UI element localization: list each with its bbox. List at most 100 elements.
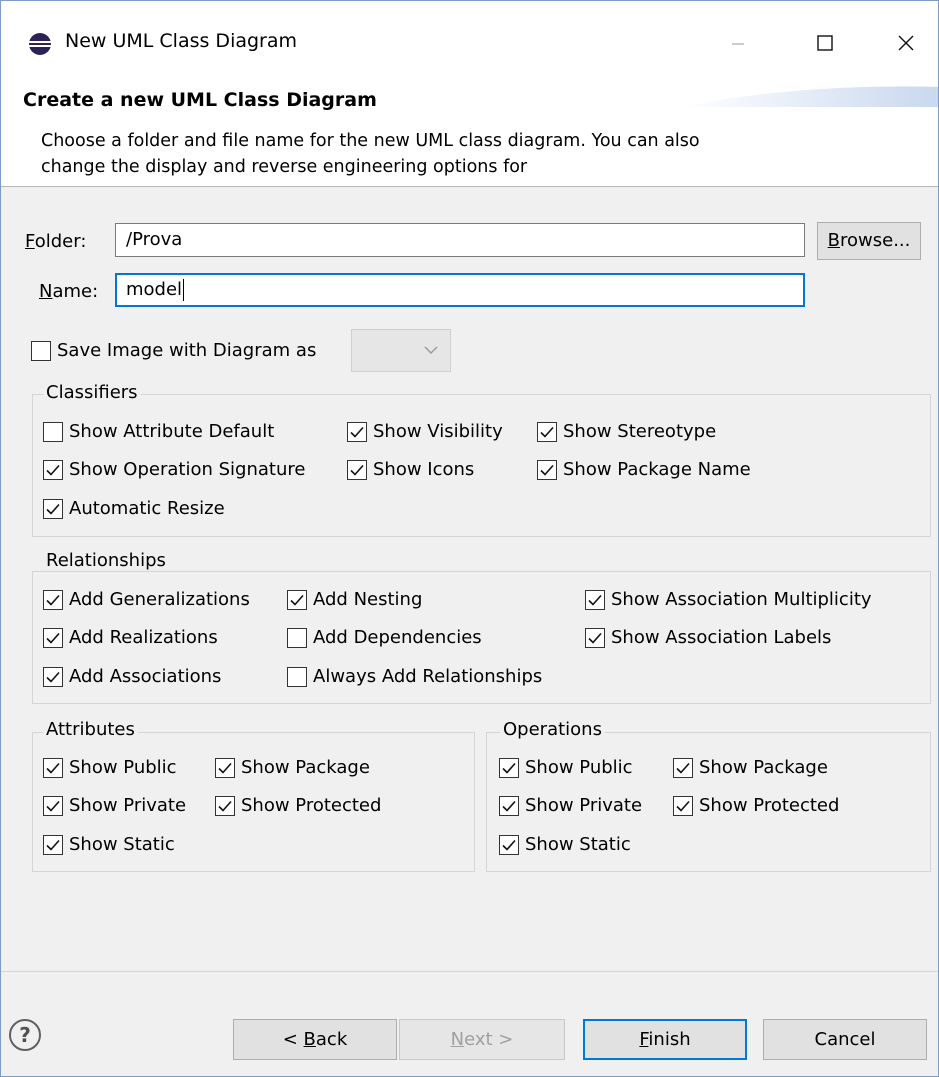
checkbox-label: Add Nesting [313,589,423,610]
attributes-option-checkbox[interactable]: Show Package [215,757,370,778]
checkbox-box [347,421,367,442]
classifiers-option-checkbox[interactable]: Show Package Name [537,459,751,480]
attributes-group-title: Attributes [43,719,138,740]
minimize-icon [732,43,744,45]
checkbox-label: Always Add Relationships [313,666,543,687]
checkbox-label: Add Realizations [69,627,218,648]
classifiers-option-checkbox[interactable]: Show Stereotype [537,421,716,442]
back-button[interactable]: < Back [233,1019,397,1060]
banner-decoration [681,86,938,107]
checkbox-label: Show Protected [699,795,840,816]
checkbox-box [537,459,557,480]
checkmark-icon [502,762,516,774]
checkbox-box [287,666,307,687]
checkmark-icon [676,800,690,812]
checkbox-box [673,757,693,778]
image-format-select[interactable] [351,329,451,372]
checkbox-label: Show Attribute Default [69,421,275,442]
cancel-button[interactable]: Cancel [763,1019,927,1060]
relationships-option-checkbox[interactable]: Add Nesting [287,589,422,610]
checkbox-label: Show Visibility [373,421,503,442]
relationships-option-checkbox[interactable]: Add Generalizations [43,589,250,610]
close-icon [898,35,914,51]
checkmark-icon [46,671,60,683]
checkbox-box [43,459,63,480]
close-button[interactable] [883,23,929,63]
checkmark-icon [502,800,516,812]
eclipse-app-icon [29,33,51,55]
checkbox-box [585,627,605,648]
folder-field[interactable]: /Prova [115,223,805,257]
relationships-option-checkbox[interactable]: Show Association Multiplicity [585,589,872,610]
checkbox-label: Add Associations [69,666,222,687]
checkbox-box [31,340,51,361]
name-field-value: model [126,279,183,300]
attributes-option-checkbox[interactable]: Show Public [43,757,177,778]
operations-option-checkbox[interactable]: Show Private [499,795,642,816]
relationships-option-checkbox[interactable]: Add Dependencies [287,627,482,648]
checkbox-label: Show Private [69,795,187,816]
checkbox-label: Show Public [525,757,633,778]
checkmark-icon [540,464,554,476]
checkbox-box [287,589,307,610]
checkbox-label: Show Protected [241,795,382,816]
checkbox-box [537,421,557,442]
checkbox-label: Automatic Resize [69,498,225,519]
help-icon[interactable]: ? [9,1019,41,1051]
title-bar[interactable]: New UML Class Diagram [1,1,938,81]
checkmark-icon [46,800,60,812]
checkbox-label: Show Association Labels [611,627,832,648]
name-label: Name: [39,281,99,302]
checkbox-label: Show Stereotype [563,421,717,442]
classifiers-option-checkbox[interactable]: Show Icons [347,459,474,480]
classifiers-option-checkbox[interactable]: Show Visibility [347,421,503,442]
checkbox-box [585,589,605,610]
checkbox-box [43,757,63,778]
name-field[interactable]: model [115,273,805,307]
checkmark-icon [218,762,232,774]
attributes-option-checkbox[interactable]: Show Static [43,834,175,855]
save-image-checkbox[interactable]: Save Image with Diagram as [31,340,316,361]
checkbox-label: Add Generalizations [69,589,250,610]
checkmark-icon [540,426,554,438]
checkmark-icon [46,632,60,644]
attributes-option-checkbox[interactable]: Show Private [43,795,186,816]
checkmark-icon [588,594,602,606]
checkmark-icon [46,839,60,851]
operations-option-checkbox[interactable]: Show Protected [673,795,839,816]
operations-option-checkbox[interactable]: Show Static [499,834,631,855]
checkbox-box [499,795,519,816]
relationships-option-checkbox[interactable]: Show Association Labels [585,627,831,648]
maximize-button[interactable] [802,23,848,63]
attributes-option-checkbox[interactable]: Show Protected [215,795,381,816]
checkbox-box [673,795,693,816]
next-button[interactable]: Next > [399,1019,565,1060]
checkmark-icon [676,762,690,774]
classifiers-option-checkbox[interactable]: Show Operation Signature [43,459,305,480]
operations-option-checkbox[interactable]: Show Package [673,757,828,778]
classifiers-option-checkbox[interactable]: Automatic Resize [43,498,225,519]
operations-option-checkbox[interactable]: Show Public [499,757,633,778]
checkbox-label: Show Operation Signature [69,459,306,480]
classifiers-option-checkbox[interactable]: Show Attribute Default [43,421,274,442]
checkbox-label: Add Dependencies [313,627,482,648]
checkbox-label: Show Package [241,757,370,778]
wizard-banner: Create a new UML Class Diagram Choose a … [1,81,938,187]
checkbox-box [43,795,63,816]
checkbox-box [43,834,63,855]
relationships-option-checkbox[interactable]: Add Associations [43,666,221,687]
checkmark-icon [350,464,364,476]
checkbox-label: Show Icons [373,459,475,480]
browse-button[interactable]: Browse... [817,222,921,260]
operations-group-title: Operations [500,719,605,740]
relationships-option-checkbox[interactable]: Always Add Relationships [287,666,542,687]
relationships-group-title: Relationships [43,550,169,571]
checkbox-label: Show Private [525,795,643,816]
banner-description: Choose a folder and file name for the ne… [41,131,700,177]
finish-button[interactable]: Finish [583,1019,747,1060]
checkbox-label: Show Static [525,834,631,855]
relationships-option-checkbox[interactable]: Add Realizations [43,627,218,648]
minimize-button[interactable] [715,23,761,63]
checkmark-icon [46,464,60,476]
checkmark-icon [502,839,516,851]
